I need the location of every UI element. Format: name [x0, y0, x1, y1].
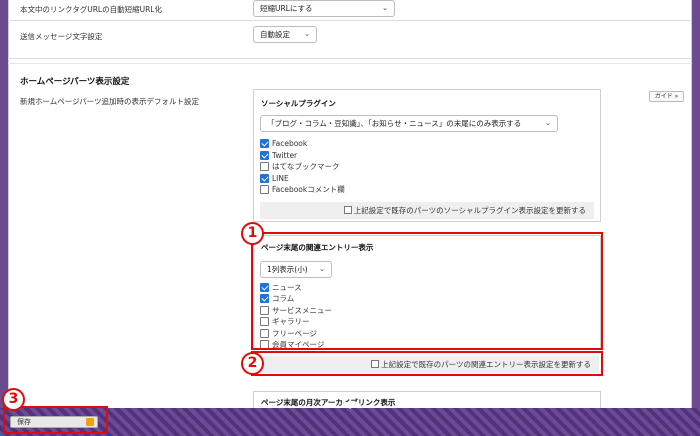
highlight-save: [3, 406, 108, 434]
divider: [8, 58, 692, 59]
checkbox-twitter[interactable]: Twitter: [260, 150, 297, 160]
short-url-label: 本文中のリンクタグURLの自動短縮URL化: [20, 5, 162, 14]
checkbox-icon: [343, 206, 352, 214]
checkbox-icon: [260, 138, 269, 148]
social-update-label: 上記設定で既存のパーツのソーシャルプラグイン表示設定を更新する: [353, 206, 586, 215]
checkbox-icon: [260, 150, 269, 160]
short-url-select[interactable]: 短縮URLにする ⌄: [253, 0, 395, 17]
checkbox-line[interactable]: LINE: [260, 173, 289, 183]
checkbox-label: はてなブックマーク: [272, 161, 340, 171]
social-display-select[interactable]: 「ブログ・コラム・豆知識」、「お知らせ・ニュース」の末尾にのみ表示する ⌄: [260, 115, 558, 132]
archive-title: ページ末尾の月次アーカイブリンク表示: [261, 398, 396, 407]
message-charset-select-value: 自動設定: [260, 30, 290, 39]
divider: [8, 20, 692, 21]
default-setting-label: 新規ホームページパーツ追加時の表示デフォルト設定: [20, 97, 200, 106]
checkbox-icon: [260, 173, 269, 183]
checkbox-label: LINE: [272, 173, 289, 183]
chevron-down-icon: ⌄: [304, 30, 310, 38]
guide-button[interactable]: ガイド »: [649, 91, 684, 102]
chevron-down-icon: ⌄: [382, 4, 388, 12]
social-display-select-value: 「ブログ・コラム・豆知識」、「お知らせ・ニュース」の末尾にのみ表示する: [267, 119, 522, 128]
notch: [343, 402, 357, 409]
social-plugin-box: ソーシャルプラグイン 「ブログ・コラム・豆知識」、「お知らせ・ニュース」の末尾に…: [253, 89, 601, 222]
checkbox-hatena[interactable]: はてなブックマーク: [260, 161, 340, 171]
page: 本文中のリンクタグURLの自動短縮URL化 短縮URLにする ⌄ 送信メッセージ…: [0, 0, 700, 436]
checkbox-icon: [260, 161, 269, 171]
highlight-related-entries: [251, 232, 603, 350]
checkbox-label: Twitter: [272, 150, 298, 160]
checkbox-facebook[interactable]: Facebook: [260, 138, 307, 148]
chevron-down-icon: ⌄: [545, 119, 551, 127]
section-title: ホームページパーツ表示設定: [20, 77, 130, 87]
social-plugin-title: ソーシャルプラグイン: [261, 99, 336, 108]
social-update-option[interactable]: 上記設定で既存のパーツのソーシャルプラグイン表示設定を更新する: [260, 202, 594, 219]
annotation-badge-1: 1: [241, 222, 264, 245]
checkbox-icon: [260, 184, 269, 194]
checkbox-label: Facebookコメント欄: [272, 184, 345, 194]
checkbox-facebook-comment[interactable]: Facebookコメント欄: [260, 184, 345, 194]
annotation-badge-3: 3: [2, 388, 25, 411]
message-charset-select[interactable]: 自動設定 ⌄: [253, 26, 317, 43]
checkbox-label: Facebook: [272, 138, 308, 148]
annotation-badge-2: 2: [241, 352, 264, 375]
message-charset-label: 送信メッセージ文字設定: [20, 32, 103, 41]
highlight-related-update: [251, 351, 603, 376]
divider: [8, 63, 692, 64]
short-url-select-value: 短縮URLにする: [260, 4, 313, 13]
